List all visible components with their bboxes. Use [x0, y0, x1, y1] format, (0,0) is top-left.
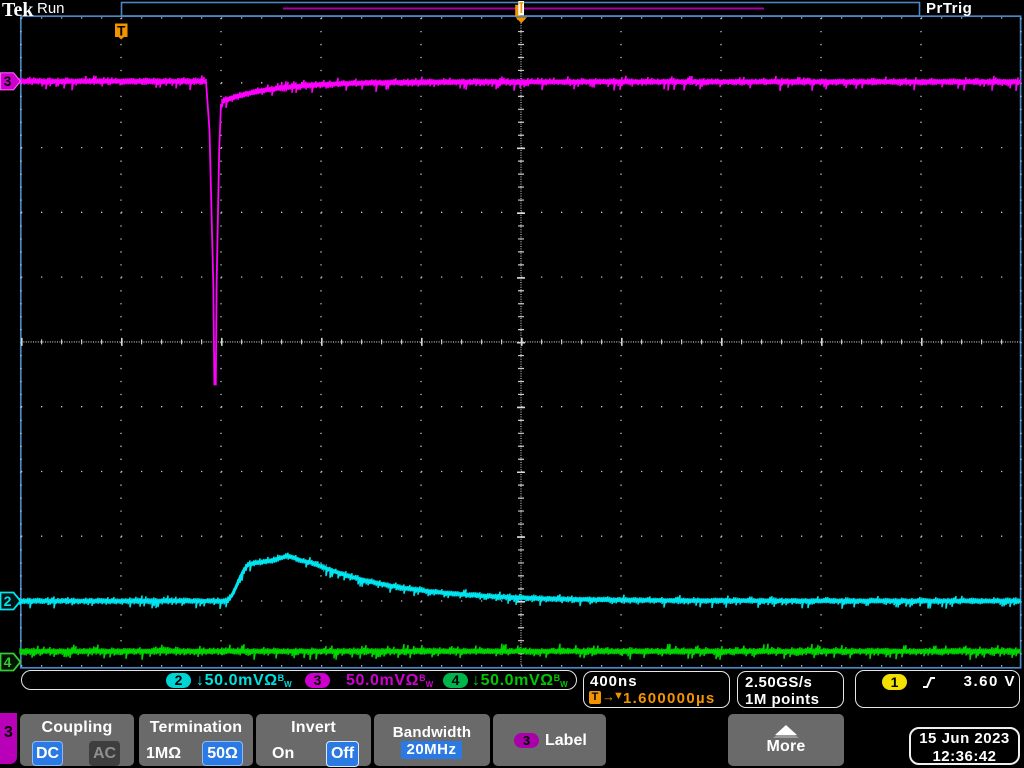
svg-text:4: 4 [4, 654, 12, 670]
svg-text:T: T [117, 24, 126, 39]
svg-text:3: 3 [4, 73, 12, 89]
svg-text:2: 2 [4, 593, 12, 609]
